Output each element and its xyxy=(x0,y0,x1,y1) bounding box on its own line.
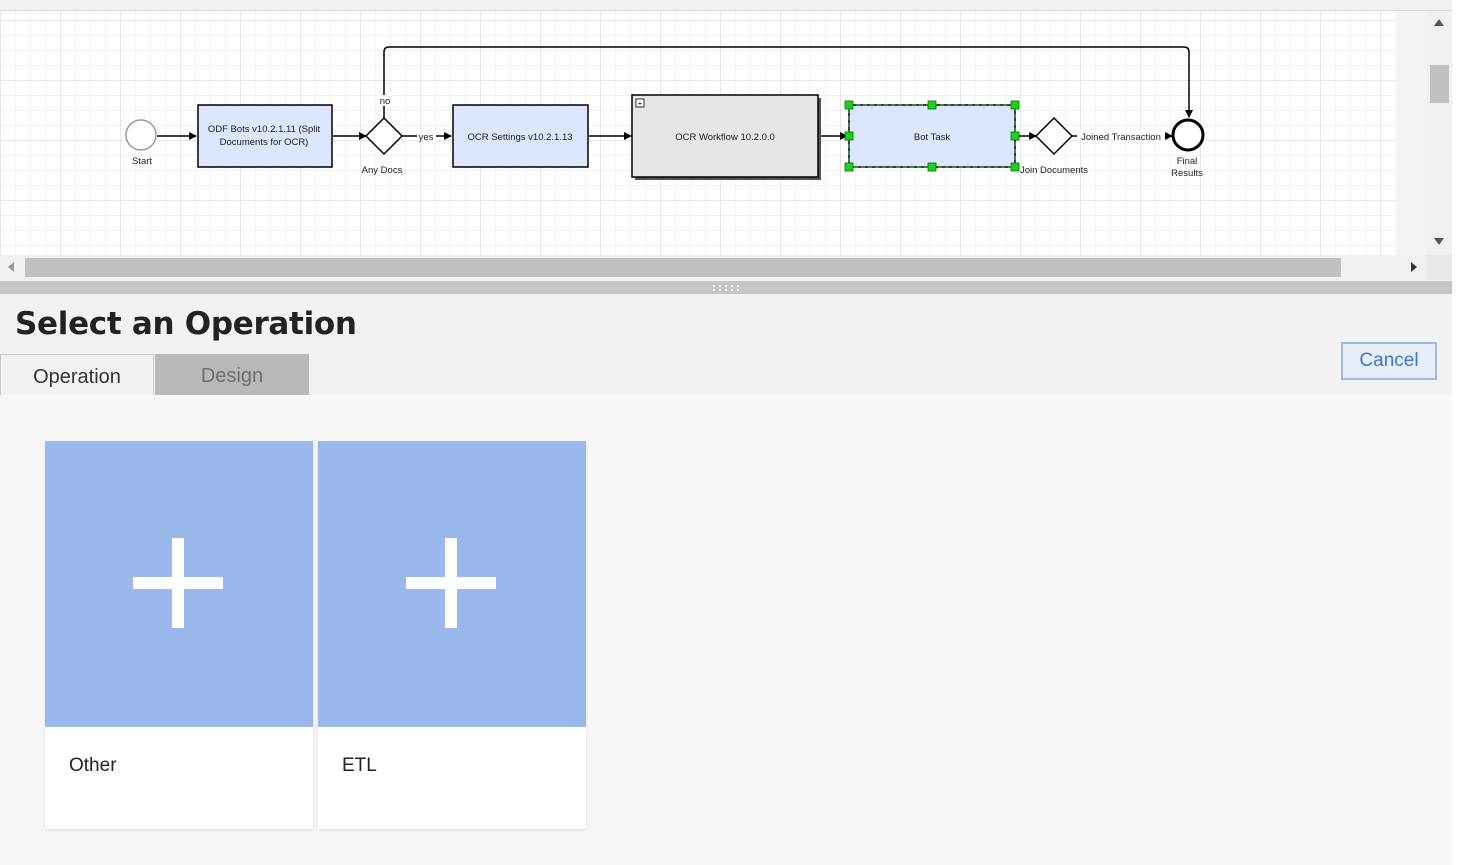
card-label: ETL xyxy=(342,755,377,776)
resize-handle-s[interactable] xyxy=(927,162,937,172)
card-label: Other xyxy=(69,755,117,776)
edge-label-joined-transaction: Joined Transaction xyxy=(1081,132,1161,143)
resize-handle-nw[interactable] xyxy=(844,100,854,110)
task-bot-task-label: Bot Task xyxy=(914,132,951,143)
resize-handle-ne[interactable] xyxy=(1010,100,1020,110)
diagram-viewport[interactable]: no yes Joined Transaction Start ODF Bots… xyxy=(0,11,1397,255)
resize-handle-n[interactable] xyxy=(927,100,937,110)
expand-icon-glyph: + xyxy=(638,99,643,108)
tab-design[interactable]: Design xyxy=(155,354,309,395)
task-ocr-settings[interactable]: OCR Settings v10.2.1.13 xyxy=(452,104,589,168)
window-right-edge xyxy=(1452,0,1467,865)
card-tile[interactable] xyxy=(45,441,313,727)
diagram-canvas: no yes Joined Transaction Start ODF Bots… xyxy=(0,0,1452,281)
subprocess-ocr-workflow-label: OCR Workflow 10.2.0.0 xyxy=(675,132,775,143)
task-odf-bots[interactable]: ODF Bots v10.2.1.11 (Split Documents for… xyxy=(197,104,333,168)
operation-card-grid: Other ETL xyxy=(0,395,1452,865)
subprocess-ocr-workflow[interactable]: + OCR Workflow 10.2.0.0 xyxy=(631,94,821,180)
gateway-join-documents[interactable]: Join Documents xyxy=(1020,116,1088,176)
resize-handle-se[interactable] xyxy=(1010,162,1020,172)
end-event-label-line2: Results xyxy=(1171,168,1203,179)
tab-bar: Operation Design xyxy=(0,354,1452,396)
plus-icon xyxy=(133,538,223,628)
start-event-label: Start xyxy=(132,156,152,167)
resize-handle-sw[interactable] xyxy=(844,162,854,172)
operation-card-other[interactable]: Other xyxy=(45,441,313,829)
vertical-scrollbar[interactable] xyxy=(1427,11,1452,255)
gateway-any-docs[interactable]: Any Docs xyxy=(362,116,404,176)
horizontal-scrollbar[interactable] xyxy=(0,255,1427,280)
cancel-button[interactable]: Cancel xyxy=(1341,342,1437,380)
edge-label-yes: yes xyxy=(419,132,434,143)
workflow-diagram[interactable]: no yes Joined Transaction Start ODF Bots… xyxy=(0,11,1397,255)
canvas-top-border xyxy=(0,0,1452,11)
vertical-scroll-thumb[interactable] xyxy=(1430,65,1449,103)
end-event[interactable]: Final Results xyxy=(1171,118,1205,179)
task-odf-bots-label-line2: Documents for OCR) xyxy=(220,137,309,148)
plus-icon xyxy=(406,538,496,628)
task-odf-bots-label-line1: ODF Bots v10.2.1.11 (Split xyxy=(208,124,321,135)
select-operation-panel: Select an Operation Operation Design Can… xyxy=(0,294,1452,865)
gateway-join-documents-label: Join Documents xyxy=(1020,165,1088,176)
scroll-up-arrow-icon[interactable] xyxy=(1434,19,1444,26)
scroll-down-arrow-icon[interactable] xyxy=(1434,238,1444,245)
horizontal-scroll-thumb[interactable] xyxy=(25,258,1341,277)
end-event-label-line1: Final xyxy=(1177,156,1198,167)
resize-handle-w[interactable] xyxy=(844,131,854,141)
gateway-any-docs-label: Any Docs xyxy=(362,165,403,176)
task-ocr-settings-label: OCR Settings v10.2.1.13 xyxy=(467,132,572,143)
tab-operation[interactable]: Operation xyxy=(0,354,154,395)
card-tile[interactable] xyxy=(318,441,586,727)
edge-label-no: no xyxy=(380,96,391,107)
panel-splitter[interactable] xyxy=(0,281,1452,294)
drag-grip-icon[interactable] xyxy=(711,284,741,292)
resize-handle-e[interactable] xyxy=(1010,131,1020,141)
task-bot-task[interactable]: Bot Task xyxy=(844,100,1020,172)
start-event[interactable]: Start xyxy=(125,119,157,167)
panel-title: Select an Operation xyxy=(15,306,357,342)
scroll-right-arrow-icon[interactable] xyxy=(1411,262,1417,272)
scrollbar-corner xyxy=(1427,255,1452,280)
scroll-left-arrow-icon[interactable] xyxy=(8,262,14,272)
operation-card-etl[interactable]: ETL xyxy=(318,441,586,829)
